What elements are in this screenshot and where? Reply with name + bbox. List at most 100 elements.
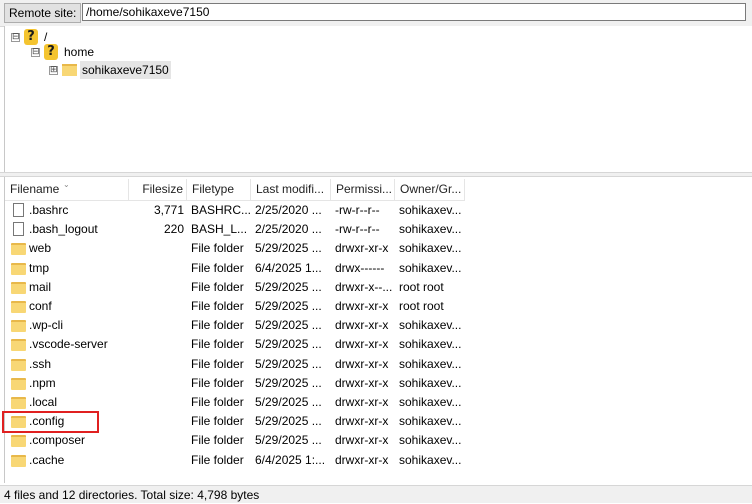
filesize-cell: [129, 393, 184, 412]
filename-cell[interactable]: web: [29, 239, 129, 258]
filesize-cell: [129, 316, 184, 335]
file-row[interactable]: .bash_logout 220 BASH_L... 2/25/2020 ... -rw…: [5, 220, 465, 239]
permissions-cell: drwx------: [335, 260, 385, 275]
file-row[interactable]: .bashrc 3,771 BASHRC... 2/25/2020 ... -rw-r-…: [5, 201, 465, 220]
filetype-cell: File folder: [191, 241, 244, 256]
folder-icon: [11, 416, 26, 429]
owner-cell: sohikaxev...: [399, 452, 462, 467]
filetype-cell: File folder: [191, 318, 244, 333]
owner-cell: sohikaxev...: [399, 241, 462, 256]
filetype-cell: File folder: [191, 356, 244, 371]
filename-cell[interactable]: .cache: [29, 451, 129, 470]
question-folder-icon: ?: [44, 44, 58, 60]
folder-icon: [11, 358, 26, 371]
permissions-cell: drwxr-xr-x: [335, 299, 389, 313]
filetype-cell: BASH_L...: [191, 222, 248, 237]
remote-path-input[interactable]: [82, 3, 746, 21]
permissions-cell: drwxr-xr-x: [335, 452, 389, 467]
permissions-cell: drwxr-xr-x: [335, 241, 389, 256]
file-row[interactable]: mail File folder 5/29/2025 ... drwxr-x--...…: [5, 278, 465, 297]
owner-cell: sohikaxev...: [399, 337, 462, 352]
column-header-owner-group[interactable]: Owner/Gr...: [395, 179, 465, 200]
column-header-filename[interactable]: ⌄ Filename: [5, 179, 129, 200]
filesize-cell: [129, 335, 184, 354]
filetype-cell: File folder: [191, 337, 244, 352]
file-row[interactable]: .wp-cli File folder 5/29/2025 ... drwxr-xr-…: [5, 316, 465, 335]
filename-cell[interactable]: .vscode-server: [29, 335, 129, 354]
folder-icon: [11, 243, 26, 256]
column-header-last-modified[interactable]: Last modifi...: [251, 179, 331, 200]
status-bar: 4 files and 12 directories. Total size: …: [0, 485, 752, 503]
filename-cell[interactable]: tmp: [29, 259, 129, 278]
folder-icon: [11, 397, 26, 409]
filesize-cell: [129, 355, 184, 374]
filename-cell[interactable]: .config: [29, 412, 129, 431]
folder-icon: [11, 320, 26, 333]
file-row[interactable]: .local File folder 5/29/2025 ... drwxr-xr-x…: [5, 393, 465, 412]
column-header-filesize[interactable]: Filesize: [129, 179, 187, 200]
file-row[interactable]: web File folder 5/29/2025 ... drwxr-xr-x soh…: [5, 239, 465, 258]
filetype-cell: File folder: [191, 299, 244, 313]
modified-cell: 5/29/2025 ...: [255, 337, 322, 352]
tree-item-home[interactable]: ⊟ ? home: [31, 43, 96, 61]
file-row[interactable]: conf File folder 5/29/2025 ... drwxr-xr-x ro…: [5, 297, 465, 316]
file-row[interactable]: tmp File folder 6/4/2025 1... drwx------ soh…: [5, 259, 465, 278]
permissions-cell: -rw-r--r--: [335, 203, 380, 217]
permissions-cell: -rw-r--r--: [335, 222, 380, 237]
collapse-icon[interactable]: ⊟: [31, 47, 40, 57]
folder-icon: [11, 339, 26, 352]
filesize-cell: [129, 278, 184, 297]
owner-cell: sohikaxev...: [399, 203, 462, 217]
expand-icon[interactable]: ⊞: [49, 65, 58, 75]
file-row[interactable]: .vscode-server File folder 5/29/2025 ... dr…: [5, 335, 465, 354]
column-header-row: ⌄ Filename Filesize Filetype Last modifi…: [5, 179, 465, 201]
owner-cell: sohikaxev...: [399, 395, 462, 409]
permissions-cell: drwxr-xr-x: [335, 395, 389, 409]
remote-site-label: Remote site:: [4, 3, 82, 23]
owner-cell: sohikaxev...: [399, 260, 462, 275]
filetype-cell: File folder: [191, 414, 244, 429]
filename-cell[interactable]: .bash_logout: [29, 220, 129, 239]
file-row[interactable]: .config File folder 5/29/2025 ... drwxr-xr-…: [5, 412, 465, 431]
tree-item-sohikaxeve7150[interactable]: ⊞ sohikaxeve7150: [49, 61, 171, 79]
folder-icon: [11, 454, 26, 467]
modified-cell: 2/25/2020 ...: [255, 222, 322, 237]
folder-icon: [11, 435, 26, 448]
owner-cell: root root: [399, 279, 444, 294]
filetype-cell: File folder: [191, 433, 244, 448]
filename-cell[interactable]: .composer: [29, 431, 129, 450]
filename-cell[interactable]: .local: [29, 393, 129, 412]
filesize-cell: [129, 239, 184, 258]
remote-directory-tree: ⊟ ? / ⊟ ? home ⊞ sohikaxeve7150: [4, 26, 752, 172]
tree-item-label[interactable]: sohikaxeve7150: [80, 61, 171, 79]
filename-cell[interactable]: mail: [29, 278, 129, 297]
owner-cell: sohikaxev...: [399, 222, 462, 237]
column-header-permissions[interactable]: Permissi...: [331, 179, 395, 200]
filetype-cell: File folder: [191, 395, 244, 409]
filename-cell[interactable]: .ssh: [29, 355, 129, 374]
tree-item-label[interactable]: home: [62, 43, 96, 61]
filesize-cell: 220: [163, 222, 184, 237]
file-row[interactable]: .cache File folder 6/4/2025 1:... drwxr-xr-…: [5, 451, 465, 470]
file-row[interactable]: .ssh File folder 5/29/2025 ... drwxr-xr-x so…: [5, 355, 465, 374]
filetype-cell: File folder: [191, 260, 244, 275]
file-row[interactable]: .composer File folder 5/29/2025 ... drwxr-x…: [5, 431, 465, 450]
permissions-cell: drwxr-xr-x: [335, 337, 389, 352]
filesize-cell: [129, 297, 184, 316]
filetype-cell: BASHRC...: [191, 203, 251, 217]
modified-cell: 5/29/2025 ...: [255, 241, 322, 256]
owner-cell: sohikaxev...: [399, 375, 462, 390]
filename-cell[interactable]: .wp-cli: [29, 316, 129, 335]
column-header-filetype[interactable]: Filetype: [187, 179, 251, 200]
file-row[interactable]: .npm File folder 5/29/2025 ... drwxr-xr-x so…: [5, 374, 465, 393]
filename-cell[interactable]: .bashrc: [29, 201, 129, 220]
filesize-cell: [129, 259, 184, 278]
permissions-cell: drwxr-xr-x: [335, 375, 389, 390]
filesize-cell: [129, 451, 184, 470]
sort-arrow-icon: ⌄: [63, 180, 70, 189]
modified-cell: 2/25/2020 ...: [255, 203, 322, 217]
permissions-cell: drwxr-xr-x: [335, 433, 389, 448]
filename-cell[interactable]: .npm: [29, 374, 129, 393]
filename-cell[interactable]: conf: [29, 297, 129, 316]
collapse-icon[interactable]: ⊟: [11, 32, 20, 42]
